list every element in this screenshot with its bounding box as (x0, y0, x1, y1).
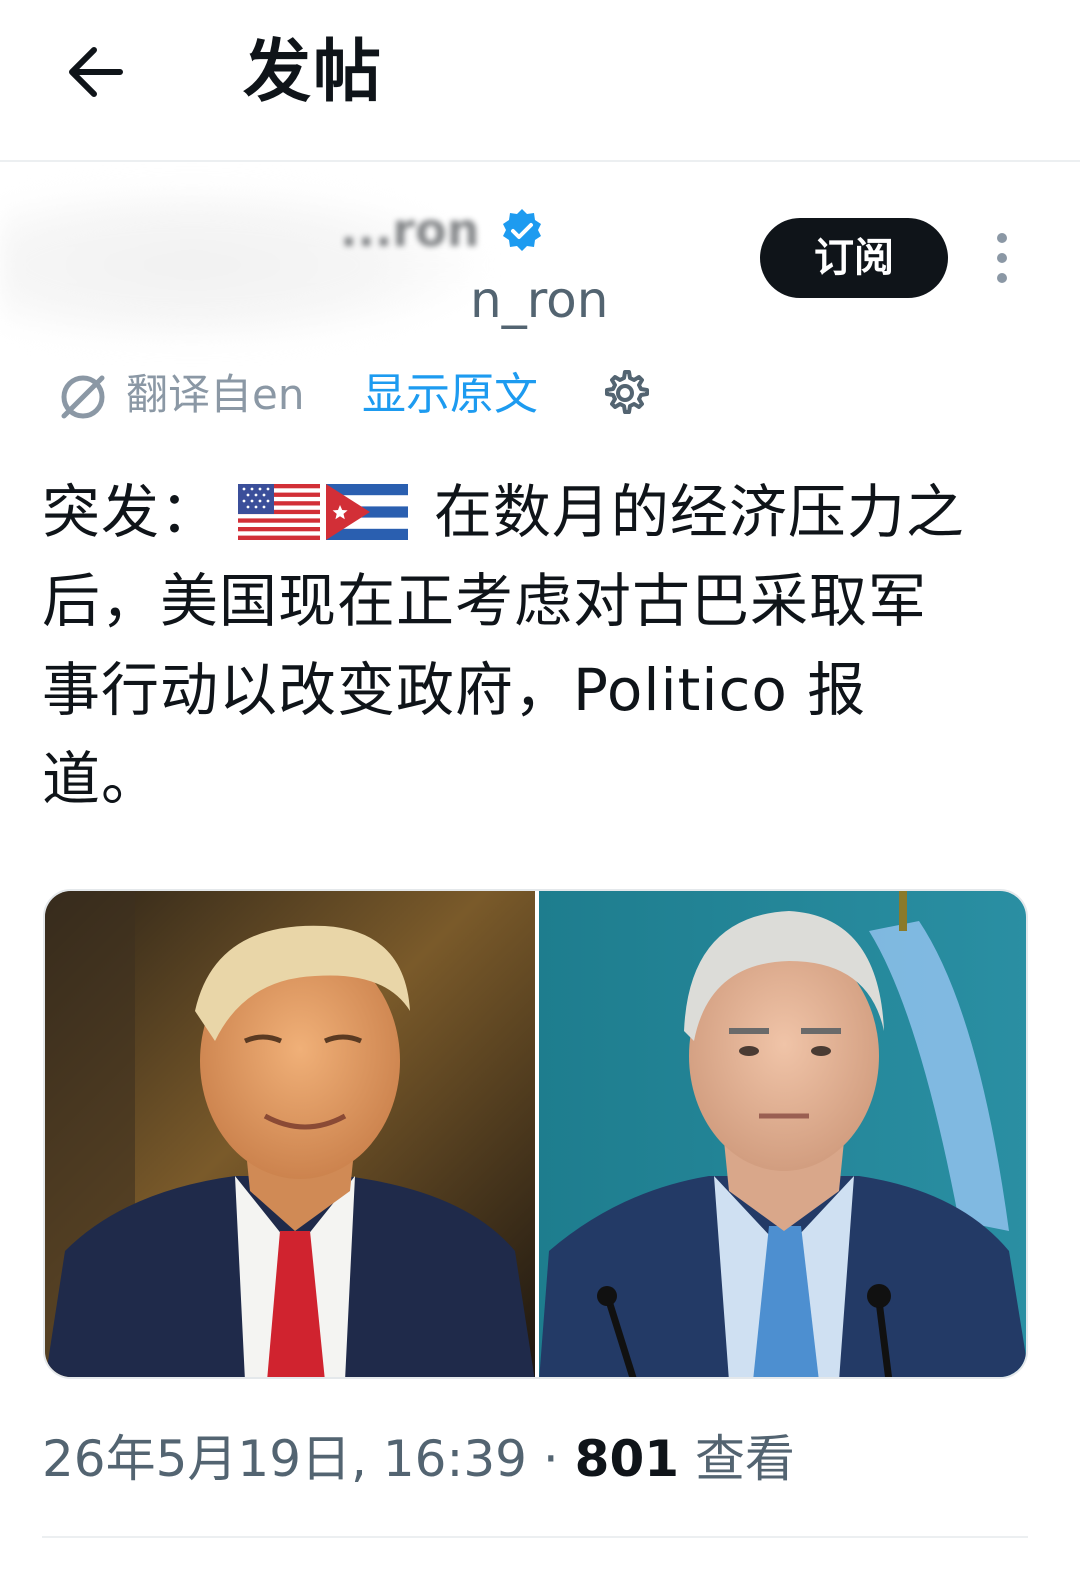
divider (42, 1536, 1028, 1538)
post-media[interactable] (43, 889, 1028, 1379)
top-bar: 发帖 (0, 0, 1080, 162)
post-text: 突发： 在数月的经济压力之后，美国现在正考虑对古巴采取军事行动以改变政府，Pol… (42, 468, 972, 824)
author-handle: n_ron (470, 271, 609, 329)
arrow-left-icon (69, 47, 123, 97)
show-original-link[interactable]: 显示原文 (362, 364, 538, 426)
verified-badge-icon (503, 209, 541, 251)
translated-from-label: 翻译自en (126, 370, 305, 419)
translation-settings-button[interactable] (600, 368, 650, 418)
meta-separator: · (542, 1430, 559, 1488)
us-flag-icon (238, 484, 321, 540)
portrait-left-image[interactable] (45, 891, 535, 1379)
author-name[interactable]: ...ron (340, 200, 479, 260)
post-text-prefix: 突发： (42, 478, 220, 546)
translation-row: 翻译自en 显示原文 (56, 360, 676, 430)
page-title: 发帖 (243, 33, 384, 112)
more-vertical-icon (997, 233, 1007, 283)
portrait-right-image[interactable] (539, 891, 1028, 1379)
cuba-flag-icon (326, 484, 409, 540)
subscribe-button[interactable]: 订阅 (760, 218, 948, 298)
translate-icon (61, 375, 105, 419)
views-label: 查看 (694, 1430, 795, 1488)
back-button[interactable] (60, 40, 130, 104)
more-options-button[interactable] (990, 232, 1014, 284)
views-count: 801 (574, 1430, 680, 1488)
gear-icon (605, 370, 649, 414)
post-timestamp[interactable]: 26年5月19日, 16:39 (42, 1430, 527, 1488)
post-meta: 26年5月19日, 16:39 · 801 查看 (42, 1424, 795, 1494)
